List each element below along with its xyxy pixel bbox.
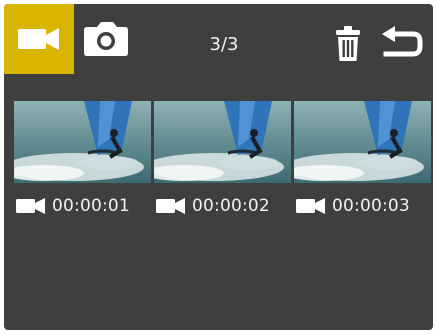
video-camera-icon [156,196,186,216]
playback-toolbar: 3/3 [4,4,433,74]
duration-label: 00:00:01 [52,196,130,216]
photo-mode-tab[interactable] [82,18,130,60]
windsurfer-image [294,101,431,183]
video-thumbnail[interactable] [294,101,431,183]
file-caption: 00:00:02 [156,191,292,221]
file-caption: 00:00:01 [16,191,152,221]
camera-playback-screen: 3/3 00:00:01 00:00:02 00:00:03 [4,4,433,330]
windsurfer-image [14,101,151,183]
file-counter: 3/3 [209,34,239,55]
file-item[interactable]: 00:00:03 [294,101,431,226]
video-camera-icon [16,196,46,216]
file-caption: 00:00:03 [296,191,432,221]
windsurfer-image [154,101,291,183]
video-thumbnail[interactable] [154,101,291,183]
video-camera-icon [296,196,326,216]
video-mode-tab[interactable] [4,4,74,74]
return-arrow-icon [382,26,423,57]
duration-label: 00:00:03 [332,196,410,216]
video-camera-icon [18,28,59,50]
file-item[interactable]: 00:00:01 [14,101,151,226]
trash-icon [336,26,360,61]
duration-label: 00:00:02 [192,196,270,216]
back-button[interactable] [380,26,424,60]
thumbnail-grid: 00:00:01 00:00:02 00:00:03 [14,101,432,226]
delete-button[interactable] [332,24,364,64]
camera-icon [84,22,128,56]
file-item[interactable]: 00:00:02 [154,101,291,226]
video-thumbnail[interactable] [14,101,151,183]
